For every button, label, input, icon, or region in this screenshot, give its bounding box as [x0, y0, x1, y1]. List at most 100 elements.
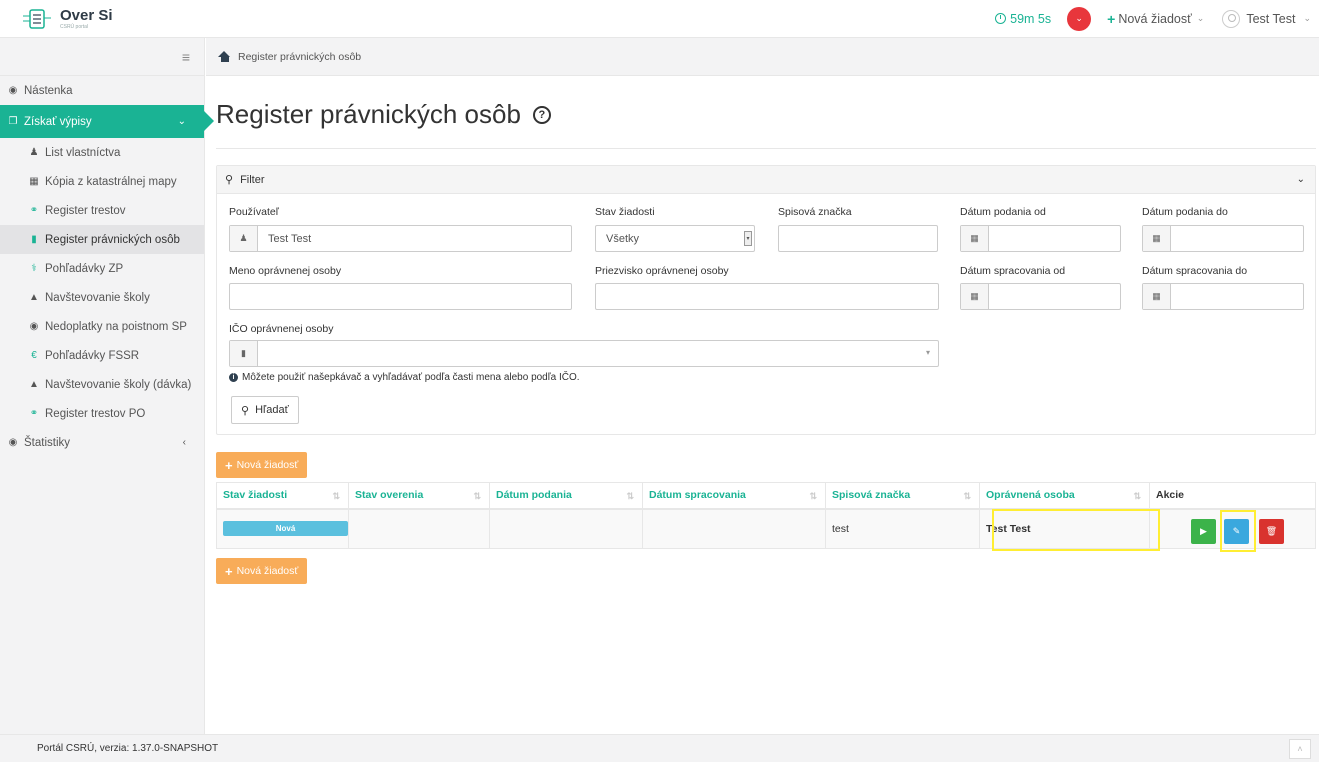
version-text: Portál CSRÚ, verzia: 1.37.0-SNAPSHOT — [37, 743, 219, 754]
new-request-menu[interactable]: + Nová žiadosť ⌄ — [1107, 11, 1204, 27]
surname-label: Priezvisko oprávnenej osoby — [595, 265, 729, 277]
link-icon: ⚭ — [29, 205, 39, 216]
filter-header[interactable]: ⚲ Filter ⌄ — [217, 166, 1315, 194]
date-from-input[interactable]: ▦ — [960, 225, 1121, 252]
new-request-button-top[interactable]: + Nová žiadosť — [216, 452, 308, 478]
col-verification-label: Stav overenia — [355, 489, 424, 502]
user-field-value: Test Test — [268, 232, 312, 245]
globe-icon: ◉ — [29, 321, 39, 332]
new-request-button-bottom[interactable]: + Nová žiadosť — [216, 558, 308, 584]
col-actions: Akcie — [1149, 482, 1316, 510]
notifications-button[interactable]: ⌄ — [1067, 6, 1092, 31]
sidebar-item-criminal-register[interactable]: ⚭ Register trestov — [0, 196, 204, 225]
help-icon[interactable]: ? — [532, 105, 551, 124]
graduation-cap-icon: ▲ — [29, 379, 39, 390]
page-title-wrap: Register právnických osôb ? — [216, 99, 551, 130]
proc-to-input[interactable]: ▦ — [1142, 283, 1304, 310]
file-no-input[interactable] — [778, 225, 938, 252]
search-button[interactable]: ⚲ Hľadať — [231, 396, 299, 424]
chevron-down-icon: ⌄ — [1196, 13, 1205, 23]
graduation-cap-icon: ▲ — [29, 292, 39, 303]
user-field[interactable]: ♟ Test Test — [229, 225, 572, 252]
file-no-label: Spisová značka — [778, 206, 852, 218]
col-submitted[interactable]: Dátum podania ⇅ — [489, 482, 643, 510]
surname-input[interactable] — [595, 283, 939, 310]
edit-highlight — [1220, 510, 1256, 552]
col-file-no[interactable]: Spisová značka ⇅ — [825, 482, 980, 510]
name-label: Meno oprávnenej osoby — [229, 265, 342, 277]
name-input[interactable] — [229, 283, 572, 310]
sidebar-item-label: Register právnických osôb — [45, 233, 180, 246]
date-to-label: Dátum podania do — [1142, 206, 1228, 218]
proc-from-input[interactable]: ▦ — [960, 283, 1121, 310]
col-file-no-label: Spisová značka — [832, 489, 911, 502]
cell-processed — [642, 508, 826, 549]
sidebar-item-health-insurance-claims[interactable]: ⚕ Pohľadávky ZP — [0, 254, 204, 283]
link-icon: ⚭ — [29, 408, 39, 419]
col-processed[interactable]: Dátum spracovania ⇅ — [642, 482, 826, 510]
col-submitted-label: Dátum podania — [496, 489, 572, 502]
run-button[interactable]: ▶ — [1191, 519, 1216, 544]
sidebar-toggle-button[interactable]: ≡ — [0, 38, 204, 76]
user-menu[interactable]: Test Test ⌄ — [1222, 9, 1311, 28]
sidebar-item-label: Štatistiky — [24, 436, 71, 449]
chevron-left-icon: ‹ — [182, 437, 186, 448]
date-to-input[interactable]: ▦ — [1142, 225, 1304, 252]
sidebar-item-fssr-claims[interactable]: € Pohľadávky FSSR — [0, 341, 204, 370]
cell-verification — [348, 508, 490, 549]
trash-icon: 🗑 — [1265, 526, 1278, 536]
sidebar-item-school-attendance[interactable]: ▲ Navštevovanie školy — [0, 283, 204, 312]
cell-submitted — [489, 508, 643, 549]
sidebar-item-get-extracts[interactable]: ❐ Získať výpisy ⌄ — [0, 105, 214, 138]
logo[interactable]: Over Si CSRÚ portal — [0, 8, 205, 30]
sidebar-item-dashboard[interactable]: ◉ Nástenka — [0, 76, 204, 105]
col-status-label: Stav žiadosti — [223, 489, 288, 502]
sidebar-item-statistics[interactable]: ◉ Štatistiky ‹ — [0, 428, 204, 457]
sidebar-item-label: Register trestov PO — [45, 407, 146, 420]
search-icon: ⚲ — [225, 174, 234, 186]
footer: Portál CSRÚ, verzia: 1.37.0-SNAPSHOT ˄ — [0, 734, 1319, 762]
chevron-down-icon: ⌄ — [177, 116, 186, 127]
sort-icon: ⇅ — [1133, 491, 1141, 501]
col-status[interactable]: Stav žiadosti ⇅ — [216, 482, 349, 510]
sidebar: ≡ ◉ Nástenka ❐ Získať výpisy ⌄ ♟ List vl… — [0, 38, 214, 734]
building-icon: ▮ — [230, 341, 258, 366]
new-request-button-label: Nová žiadosť — [236, 565, 299, 577]
sort-icon: ⇅ — [963, 491, 971, 501]
delete-button[interactable]: 🗑 — [1259, 519, 1284, 544]
sort-icon: ⇅ — [809, 491, 817, 501]
sidebar-item-social-insurance-arrears[interactable]: ◉ Nedoplatky na poistnom SP — [0, 312, 204, 341]
calendar-icon: ▦ — [1143, 284, 1171, 309]
sidebar-item-label: List vlastníctva — [45, 146, 121, 159]
sidebar-item-label: Navštevovanie školy — [45, 291, 150, 304]
person-highlight — [992, 509, 1160, 551]
sidebar-item-legal-entities-register[interactable]: ▮ Register právnických osôb — [0, 225, 204, 254]
session-timer-value: 59m 5s — [1010, 11, 1052, 26]
proc-to-label: Dátum spracovania do — [1142, 265, 1248, 277]
user-label: Používateľ — [229, 206, 279, 218]
sidebar-item-label: Nedoplatky na poistnom SP — [45, 320, 187, 333]
sidebar-item-label: Navštevovanie školy (dávka) — [45, 378, 192, 391]
col-actions-label: Akcie — [1156, 489, 1185, 502]
status-badge: Nová — [223, 521, 348, 537]
status-select[interactable]: Všetky ▾ — [595, 225, 755, 252]
sidebar-item-criminal-register-po[interactable]: ⚭ Register trestov PO — [0, 399, 204, 428]
sidebar-item-cadastral-map[interactable]: ▦ Kópia z katastrálnej mapy — [0, 167, 204, 196]
ico-select[interactable]: ▮ ▾ — [229, 340, 939, 367]
ico-hint-text: Môžete použiť našepkávač a vyhľadávať po… — [242, 372, 580, 383]
sidebar-item-ownership-list[interactable]: ♟ List vlastníctva — [0, 138, 204, 167]
ico-label: IČO oprávnenej osoby — [229, 323, 334, 335]
home-icon[interactable] — [218, 51, 231, 62]
scroll-top-button[interactable]: ˄ — [1289, 739, 1311, 759]
app-title: Over Si — [60, 6, 113, 24]
map-icon: ▦ — [29, 176, 39, 187]
sidebar-item-school-attendance-batch[interactable]: ▲ Navštevovanie školy (dávka) — [0, 370, 204, 399]
user-icon: ♟ — [230, 226, 258, 251]
col-person[interactable]: Oprávnená osoba ⇅ — [979, 482, 1150, 510]
col-verification[interactable]: Stav overenia ⇅ — [348, 482, 490, 510]
sort-icon: ⇅ — [332, 491, 340, 501]
dashboard-icon: ◉ — [8, 437, 18, 448]
chevron-down-icon: ⌄ — [1075, 13, 1083, 23]
date-from-label: Dátum podania od — [960, 206, 1046, 218]
calendar-icon: ▦ — [961, 226, 989, 251]
